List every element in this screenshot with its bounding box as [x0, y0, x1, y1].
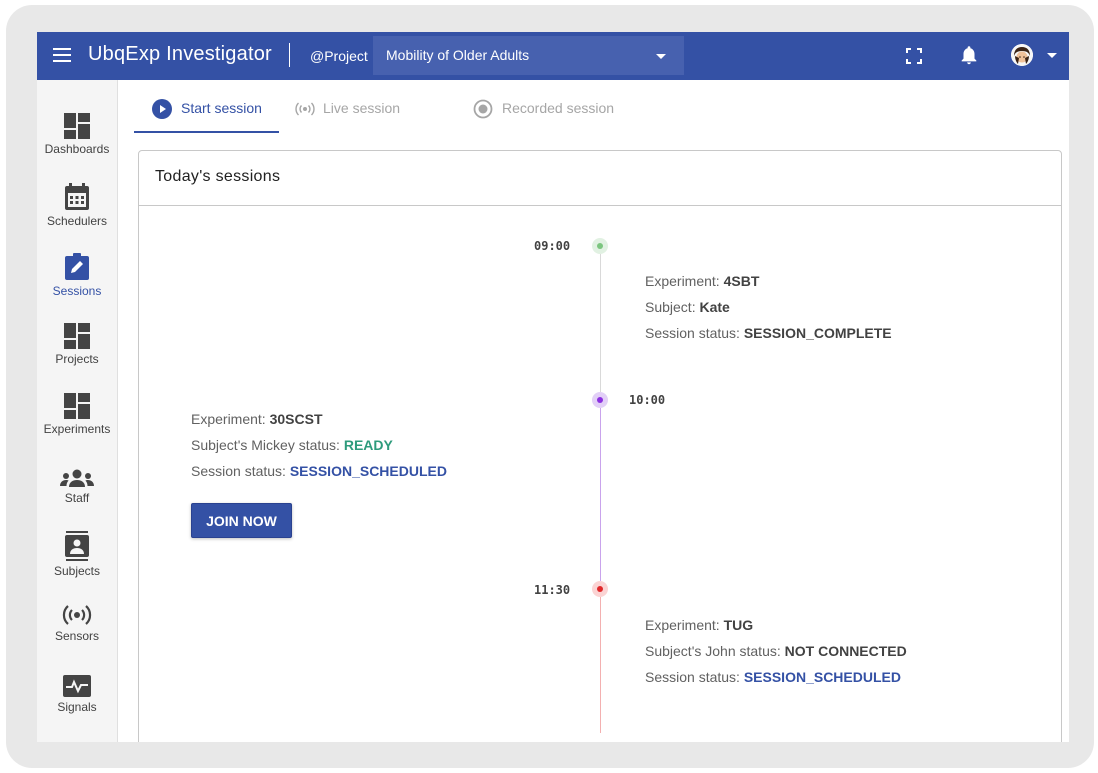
top-app-bar: UbqExp Investigator @Project Mobility of…	[37, 32, 1069, 80]
tab-live-session[interactable]: Live session	[294, 80, 419, 133]
session-tabs: Start session Live session Recorded sess…	[134, 80, 734, 133]
tab-active-indicator	[134, 131, 279, 133]
subject-value: Kate	[699, 299, 730, 315]
fullscreen-icon[interactable]	[906, 48, 922, 64]
sidebar-item-label: Schedulers	[46, 214, 108, 228]
timeline-time: 10:00	[629, 393, 666, 407]
sidebar-item-dashboards[interactable]: Dashboards	[37, 113, 117, 179]
timeline-connector	[600, 408, 601, 581]
subject-label: Subject:	[645, 299, 696, 315]
dashboard-icon	[64, 113, 90, 139]
sidebar-item-subjects[interactable]: Subjects	[37, 531, 117, 597]
experiment-line: Experiment: TUG	[645, 617, 753, 633]
status-label: Session status:	[191, 463, 286, 479]
timeline-time: 09:00	[534, 239, 571, 253]
sidebar-item-label: Sessions	[52, 284, 102, 298]
timeline-time: 11:30	[534, 583, 571, 597]
tab-label: Start session	[181, 100, 262, 116]
menu-icon[interactable]	[53, 48, 71, 62]
edit-icon	[65, 253, 89, 280]
subject-line: Subject's John status: NOT CONNECTED	[645, 643, 907, 659]
subject-label: Subject's Mickey status:	[191, 437, 340, 453]
subject-status-value: READY	[343, 437, 393, 453]
sidebar-item-label: Experiments	[43, 422, 111, 436]
sidebar-item-label: Staff	[64, 491, 90, 505]
sidebar-item-projects[interactable]: Projects	[37, 323, 117, 389]
tab-recorded-session[interactable]: Recorded session	[473, 80, 623, 133]
record-icon	[473, 99, 493, 119]
experiment-value: TUG	[723, 617, 754, 633]
sidebar-item-sensors[interactable]: Sensors	[37, 604, 117, 670]
status-line: Session status: SESSION_SCHEDULED	[645, 669, 901, 685]
sidebar-item-label: Projects	[55, 352, 99, 366]
broadcast-icon	[62, 605, 92, 625]
status-label: Session status:	[645, 325, 740, 341]
broadcast-icon	[295, 102, 315, 116]
join-now-button[interactable]: JOIN NOW	[191, 503, 292, 538]
sidebar-item-label: Signals	[57, 700, 97, 714]
dashboard-icon	[64, 323, 90, 349]
bell-icon[interactable]	[958, 44, 980, 66]
sidebar: Dashboards Schedulers Sessions Projects …	[37, 80, 118, 742]
sidebar-item-experiments[interactable]: Experiments	[37, 393, 117, 459]
sidebar-item-label: Dashboards	[44, 142, 110, 156]
experiment-line: Experiment: 30SCST	[191, 411, 323, 427]
tab-start-session[interactable]: Start session	[134, 80, 279, 133]
status-line: Session status: SESSION_COMPLETE	[645, 325, 892, 341]
subject-label: Subject's John status:	[645, 643, 781, 659]
sidebar-item-signals[interactable]: Signals	[37, 675, 117, 741]
experiment-label: Experiment:	[645, 273, 720, 289]
dashboard-icon	[64, 393, 90, 419]
timeline-dot	[592, 392, 608, 408]
chevron-down-icon	[656, 54, 666, 59]
project-select[interactable]: Mobility of Older Adults	[373, 36, 684, 75]
app-title: UbqExp Investigator	[88, 43, 272, 65]
timeline-dot	[592, 581, 608, 597]
timeline-connector	[600, 597, 601, 733]
subject-status-value: NOT CONNECTED	[784, 643, 907, 659]
group-icon	[60, 469, 94, 487]
project-select-value: Mobility of Older Adults	[386, 47, 530, 63]
status-value: SESSION_COMPLETE	[743, 325, 892, 341]
experiment-label: Experiment:	[645, 617, 720, 633]
play-icon	[152, 99, 172, 119]
sidebar-item-schedulers[interactable]: Schedulers	[37, 183, 117, 249]
project-prefix: @Project	[310, 48, 368, 64]
experiment-line: Experiment: 4SBT	[645, 273, 759, 289]
timeline-dot	[592, 238, 608, 254]
experiment-label: Experiment:	[191, 411, 266, 427]
chevron-down-icon[interactable]	[1047, 53, 1057, 58]
subject-line: Subject: Kate	[645, 299, 730, 315]
status-label: Session status:	[645, 669, 740, 685]
title-divider	[289, 43, 290, 67]
status-value: SESSION_SCHEDULED	[743, 669, 901, 685]
app-window: UbqExp Investigator @Project Mobility of…	[37, 32, 1069, 742]
calendar-icon	[65, 183, 89, 210]
status-value: SESSION_SCHEDULED	[289, 463, 447, 479]
subject-line: Subject's Mickey status: READY	[191, 437, 393, 453]
status-line: Session status: SESSION_SCHEDULED	[191, 463, 447, 479]
todays-sessions-card: Today's sessions 09:00 Experiment: 4SBT …	[138, 150, 1062, 742]
sidebar-item-label: Sensors	[54, 629, 100, 643]
tab-label: Live session	[323, 100, 401, 116]
card-title: Today's sessions	[155, 168, 281, 185]
sidebar-item-staff[interactable]: Staff	[37, 468, 117, 534]
avatar[interactable]	[1011, 44, 1033, 66]
sidebar-item-label: Subjects	[53, 564, 101, 578]
sidebar-item-sessions[interactable]: Sessions	[37, 253, 117, 319]
tab-label: Recorded session	[502, 100, 615, 116]
contact-icon	[65, 531, 89, 561]
timeline-connector	[600, 254, 601, 392]
card-divider	[139, 205, 1061, 206]
experiment-value: 30SCST	[269, 411, 323, 427]
pulse-icon	[63, 675, 91, 697]
experiment-value: 4SBT	[723, 273, 760, 289]
